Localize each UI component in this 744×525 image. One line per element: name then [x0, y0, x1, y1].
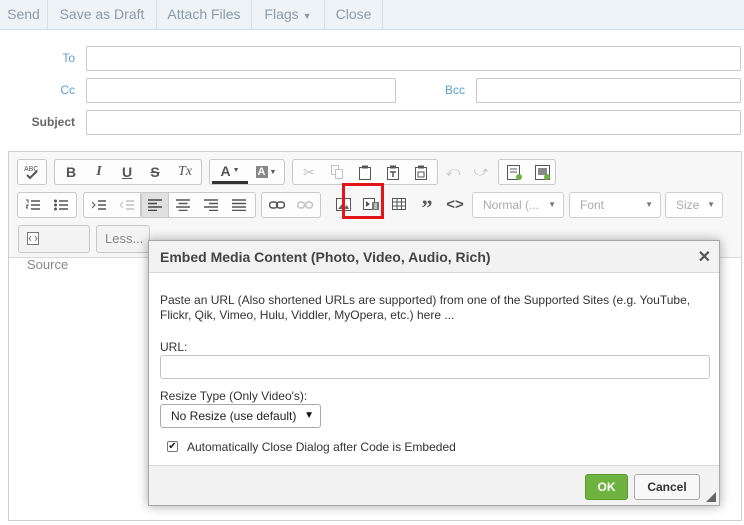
source-label: Source [27, 257, 69, 272]
chevron-down-icon: ▼ [269, 168, 277, 176]
new-page-icon[interactable] [500, 160, 528, 184]
embed-media-icon[interactable] [357, 192, 385, 216]
bcc-label: Bcc [444, 83, 465, 97]
chevron-down-icon: ▼ [232, 167, 240, 174]
cut-icon[interactable]: ✂ [295, 160, 323, 184]
close-button[interactable]: Close [325, 0, 383, 30]
unlink-icon[interactable] [291, 193, 319, 217]
dialog-body: Paste an URL (Also shortened URLs are su… [149, 273, 719, 465]
dialog-title-bar: Embed Media Content (Photo, Video, Audio… [149, 241, 719, 273]
chevron-down-icon: ▼ [645, 200, 653, 209]
bulleted-list-icon[interactable] [47, 193, 75, 217]
spellcheck-icon[interactable]: ABC [18, 160, 46, 184]
email-compose-window: Send Save as Draft Attach Files Flags ▼ C… [0, 0, 744, 525]
italic-button[interactable]: I [85, 160, 113, 184]
to-label: To [62, 51, 75, 65]
resize-type-value: No Resize (use default) [171, 409, 297, 423]
align-group [140, 192, 256, 218]
preview-icon[interactable] [528, 160, 556, 184]
link-icon[interactable] [263, 193, 291, 217]
colors-group: A ▼ A ▼ [209, 159, 285, 185]
bcc-field[interactable] [476, 78, 741, 103]
url-input[interactable] [160, 355, 710, 379]
attach-files-button[interactable]: Attach Files [157, 0, 252, 30]
text-color-button[interactable]: A ▼ [212, 160, 248, 184]
underline-button[interactable]: U [113, 160, 141, 184]
compose-toolbar: Send Save as Draft Attach Files Flags ▼ C… [0, 0, 744, 30]
copy-icon[interactable] [323, 160, 351, 184]
basic-styles-group: B I U S Tx [54, 159, 202, 185]
auto-close-checkbox[interactable]: ✔ [167, 441, 178, 452]
indent-group [83, 192, 143, 218]
url-label: URL: [160, 340, 188, 354]
align-center-icon[interactable] [169, 193, 197, 217]
paste-icon[interactable] [351, 160, 379, 184]
templates-group [498, 159, 556, 185]
chevron-down-icon: ▼ [548, 200, 556, 209]
chevron-down-icon: ▼ [302, 11, 312, 21]
resize-grip-icon[interactable] [706, 492, 716, 502]
cc-field[interactable] [86, 78, 396, 103]
dialog-footer: OK Cancel [149, 465, 719, 505]
format-dropdown[interactable]: Normal (... ▼ [472, 192, 564, 218]
insert-group: ” <> [327, 192, 473, 220]
link-group [261, 192, 321, 218]
bg-color-letter: A [255, 166, 268, 178]
font-dropdown-value: Font [580, 198, 605, 212]
subject-label: Subject [31, 115, 75, 129]
redo-icon[interactable]: ⤻ [467, 159, 495, 183]
auto-close-label: Automatically Close Dialog after Code is… [187, 440, 456, 454]
justify-icon[interactable] [225, 193, 253, 217]
list-group [17, 192, 77, 218]
numbered-list-icon[interactable] [19, 193, 47, 217]
source-icon [27, 232, 39, 245]
dialog-intro-text: Paste an URL (Also shortened URLs are su… [160, 293, 691, 322]
flags-label: Flags [264, 6, 299, 22]
chevron-down-icon: ▼ [304, 410, 314, 421]
text-color-letter: A [220, 162, 231, 179]
spellcheck-group: ABC [17, 159, 47, 185]
cancel-button[interactable]: Cancel [634, 474, 700, 500]
cc-label: Cc [60, 83, 75, 97]
paste-text-icon[interactable] [379, 160, 407, 184]
align-right-icon[interactable] [197, 193, 225, 217]
remove-format-button[interactable]: Tx [171, 160, 199, 184]
save-draft-button[interactable]: Save as Draft [48, 0, 157, 30]
size-dropdown[interactable]: Size ▼ [665, 192, 723, 218]
clipboard-group: ✂ [292, 159, 438, 185]
dialog-title: Embed Media Content (Photo, Video, Audio… [160, 249, 491, 265]
undo-group: ⤺ ⤻ [437, 159, 495, 185]
resize-type-label: Resize Type (Only Video's): [160, 389, 308, 403]
paste-word-icon[interactable] [407, 160, 435, 184]
indent-icon[interactable] [85, 193, 113, 217]
flags-dropdown[interactable]: Flags ▼ [252, 0, 325, 30]
chevron-down-icon: ▼ [707, 200, 715, 209]
source-button[interactable]: Source [18, 225, 90, 272]
format-dropdown-value: Normal (... [483, 198, 540, 212]
code-icon[interactable]: <> [441, 192, 469, 216]
bold-button[interactable]: B [57, 160, 85, 184]
ok-button[interactable]: OK [585, 474, 628, 500]
size-dropdown-value: Size [676, 198, 700, 212]
strikethrough-button[interactable]: S [141, 160, 169, 184]
font-dropdown[interactable]: Font ▼ [569, 192, 661, 218]
bg-color-button[interactable]: A ▼ [248, 160, 284, 184]
undo-icon[interactable]: ⤺ [439, 159, 467, 183]
subject-field[interactable] [86, 110, 741, 135]
outdent-icon[interactable] [113, 193, 141, 217]
to-field[interactable] [86, 46, 741, 71]
less-button[interactable]: Less... [96, 225, 150, 253]
resize-type-select[interactable]: No Resize (use default) ▼ [160, 404, 321, 428]
image-icon[interactable] [329, 192, 357, 216]
table-icon[interactable] [385, 192, 413, 216]
send-button[interactable]: Send [0, 0, 48, 30]
embed-media-dialog: Embed Media Content (Photo, Video, Audio… [148, 240, 720, 506]
close-icon[interactable]: ✕ [698, 247, 711, 267]
align-left-icon[interactable] [141, 193, 169, 217]
blockquote-icon[interactable]: ” [413, 192, 441, 220]
